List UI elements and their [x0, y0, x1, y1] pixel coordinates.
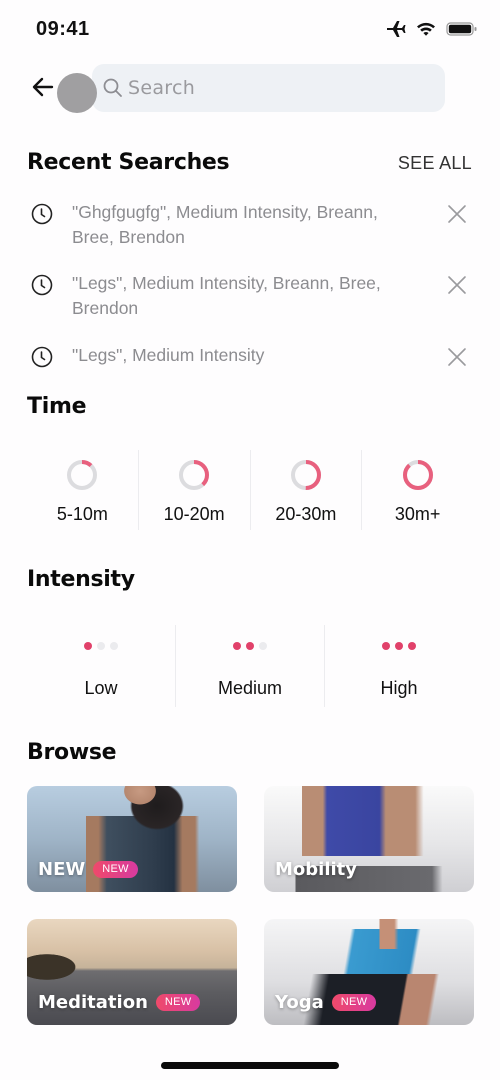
new-badge: NEW: [331, 994, 377, 1011]
intensity-dot: [110, 642, 118, 650]
browse-card-new[interactable]: NEW NEW: [27, 786, 237, 892]
browse-card-yoga[interactable]: Yoga NEW: [264, 919, 474, 1025]
time-ring-icon: [67, 460, 98, 490]
recent-search-text: "Legs", Medium Intensity: [72, 345, 265, 365]
card-title: Yoga: [275, 992, 324, 1013]
card-title: NEW: [38, 859, 86, 880]
intensity-dot: [246, 642, 254, 650]
intensity-dot: [408, 642, 416, 650]
remove-search-icon[interactable]: [447, 204, 467, 229]
intensity-option-label: Low: [84, 678, 118, 698]
intensity-option[interactable]: Low: [27, 625, 175, 707]
intensity-option[interactable]: High: [324, 625, 473, 707]
recent-searches-title: Recent Searches: [27, 150, 230, 175]
home-indicator[interactable]: [161, 1062, 339, 1069]
recent-search-item[interactable]: "Legs", Medium Intensity: [0, 343, 500, 369]
time-ring-icon: [290, 460, 321, 490]
intensity-filter-row: Low Medium High: [27, 625, 473, 707]
recent-search-text: "Legs", Medium Intensity, Breann, Bree, …: [72, 273, 381, 318]
time-option-label: 20-30m: [275, 504, 337, 524]
recent-search-text: "Ghgfgugfg", Medium Intensity, Breann, B…: [72, 202, 378, 247]
browse-card-meditation[interactable]: Meditation NEW: [27, 919, 237, 1025]
arrow-left-icon: [32, 77, 54, 97]
time-option[interactable]: 30m+: [361, 450, 473, 530]
time-option[interactable]: 20-30m: [249, 450, 362, 530]
airplane-icon: [386, 20, 406, 38]
intensity-dot: [382, 642, 390, 650]
new-badge: NEW: [155, 994, 201, 1011]
back-button[interactable]: [30, 74, 56, 100]
status-icons: [386, 20, 478, 38]
time-option-label: 5-10m: [56, 504, 108, 524]
intensity-dot: [395, 642, 403, 650]
card-label: NEW NEW: [38, 859, 138, 880]
time-option-label: 30m+: [394, 504, 441, 524]
browse-card-mobility[interactable]: Mobility: [264, 786, 474, 892]
intensity-dots: [382, 642, 416, 650]
card-label: Mobility: [275, 859, 357, 880]
intensity-option[interactable]: Medium: [175, 625, 324, 707]
intensity-dots: [84, 642, 118, 650]
clock-icon: [31, 203, 53, 230]
card-label: Yoga NEW: [275, 992, 377, 1013]
time-ring-icon: [402, 460, 433, 490]
time-title: Time: [27, 394, 87, 419]
intensity-option-label: High: [380, 678, 418, 698]
time-option[interactable]: 10-20m: [137, 450, 250, 530]
touch-indicator: [57, 73, 97, 113]
time-filter-row: 5-10m 10-20m 20-30m 30m+: [27, 450, 473, 530]
new-badge: NEW: [93, 861, 138, 878]
card-title: Mobility: [275, 859, 358, 880]
intensity-dot: [84, 642, 92, 650]
search-box[interactable]: [92, 64, 445, 112]
time-option-label: 10-20m: [163, 504, 225, 524]
battery-icon: [446, 21, 478, 37]
status-bar: 09:41: [0, 0, 500, 60]
clock-icon: [31, 274, 53, 301]
card-title: Meditation: [38, 992, 148, 1013]
intensity-dot: [97, 642, 105, 650]
status-time: 09:41: [36, 18, 90, 40]
remove-search-icon[interactable]: [447, 347, 467, 372]
wifi-icon: [416, 21, 436, 37]
intensity-dots: [233, 642, 267, 650]
card-label: Meditation NEW: [38, 992, 201, 1013]
clock-icon: [31, 346, 53, 373]
recent-search-item[interactable]: "Ghgfgugfg", Medium Intensity, Breann, B…: [0, 200, 500, 250]
remove-search-icon[interactable]: [447, 275, 467, 300]
search-icon: [102, 77, 124, 104]
time-ring-icon: [179, 460, 210, 490]
search-input[interactable]: [128, 64, 428, 112]
recent-search-item[interactable]: "Legs", Medium Intensity, Breann, Bree, …: [0, 271, 500, 321]
intensity-dot: [259, 642, 267, 650]
intensity-dot: [233, 642, 241, 650]
time-option[interactable]: 5-10m: [27, 450, 138, 530]
see-all-button[interactable]: SEE ALL: [398, 153, 472, 174]
intensity-title: Intensity: [27, 567, 135, 592]
intensity-option-label: Medium: [217, 678, 283, 698]
browse-title: Browse: [27, 740, 117, 765]
